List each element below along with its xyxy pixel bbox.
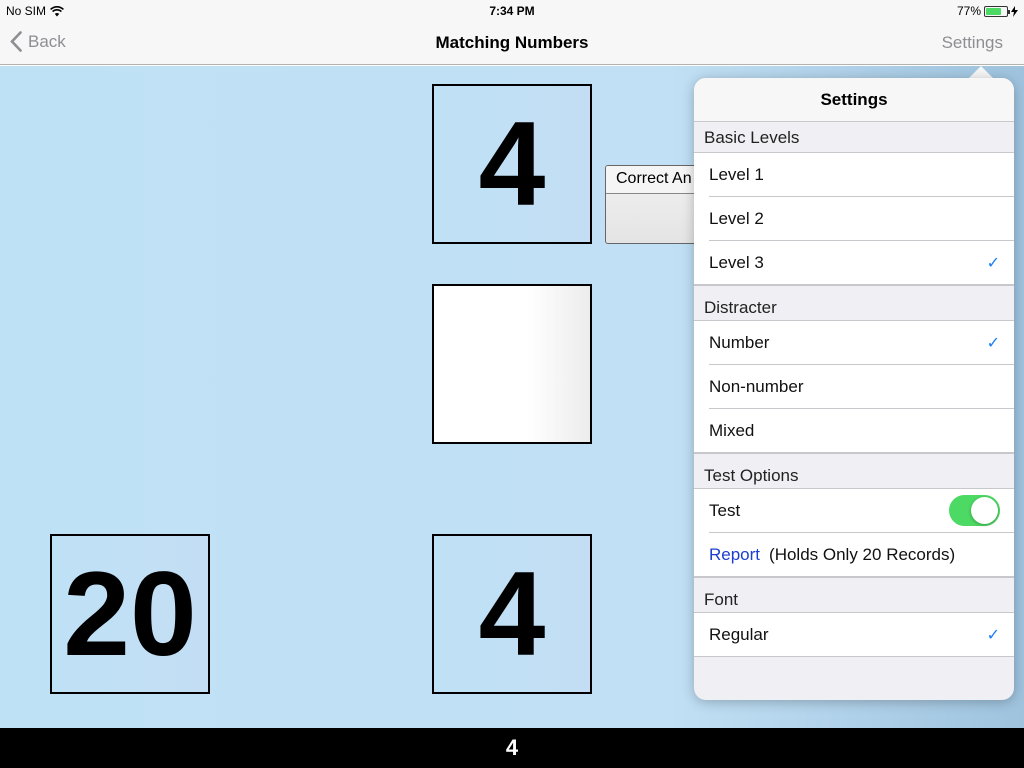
row-label: Non-number [709, 377, 804, 396]
section-header-distracter: Distracter [694, 285, 1014, 321]
answer-drop-slot[interactable] [432, 284, 592, 444]
test-toggle[interactable] [949, 495, 1000, 526]
navigation-bar: Back Matching Numbers Settings [0, 22, 1024, 65]
target-number-card: 4 [432, 84, 592, 244]
row-label: Number [709, 333, 770, 352]
settings-popover-title: Settings [694, 78, 1014, 122]
row-level-3[interactable]: Level 3 ✓ [694, 241, 1014, 285]
row-level-2[interactable]: Level 2 [694, 197, 1014, 241]
row-report: Report (Holds Only 20 Records) [694, 533, 1014, 577]
status-right: 77% [957, 4, 1018, 18]
toggle-knob [971, 497, 998, 524]
checkmark-icon: ✓ [986, 255, 1000, 272]
section-header-test-options: Test Options [694, 453, 1014, 489]
row-distracter-non-number[interactable]: Non-number [694, 365, 1014, 409]
report-link[interactable]: Report [709, 545, 760, 565]
row-label: Level 1 [709, 165, 764, 184]
settings-button[interactable]: Settings [942, 33, 1003, 53]
status-bar: No SIM 7:34 PM 77% [0, 0, 1024, 22]
row-font-regular[interactable]: Regular ✓ [694, 613, 1014, 657]
row-test: Test [694, 489, 1014, 533]
checkmark-icon: ✓ [986, 335, 1000, 352]
section-header-basic-levels: Basic Levels [694, 122, 1014, 153]
settings-popover: Settings Basic Levels Level 1 Level 2 Le… [694, 78, 1014, 700]
bottom-number-bar: 4 [0, 728, 1024, 768]
checkmark-icon: ✓ [986, 627, 1000, 644]
row-label: Test [709, 501, 741, 520]
choice-card-right[interactable]: 4 [432, 534, 592, 694]
row-label: Mixed [709, 421, 755, 440]
row-distracter-mixed[interactable]: Mixed [694, 409, 1014, 453]
section-header-font: Font [694, 577, 1014, 613]
row-level-1[interactable]: Level 1 [694, 153, 1014, 197]
page-title: Matching Numbers [435, 33, 589, 52]
choice-card-left[interactable]: 20 [50, 534, 210, 694]
battery-percent: 77% [956, 4, 981, 18]
row-label: Regular [709, 625, 769, 644]
battery-icon [984, 5, 1010, 17]
row-label: Level 2 [709, 209, 764, 228]
charging-bolt-icon [1011, 5, 1018, 17]
row-distracter-number[interactable]: Number ✓ [694, 321, 1014, 365]
status-time: 7:34 PM [489, 4, 535, 18]
row-label: Level 3 [709, 253, 764, 272]
report-note: (Holds Only 20 Records) [769, 545, 956, 564]
battery-fill [986, 7, 1002, 15]
